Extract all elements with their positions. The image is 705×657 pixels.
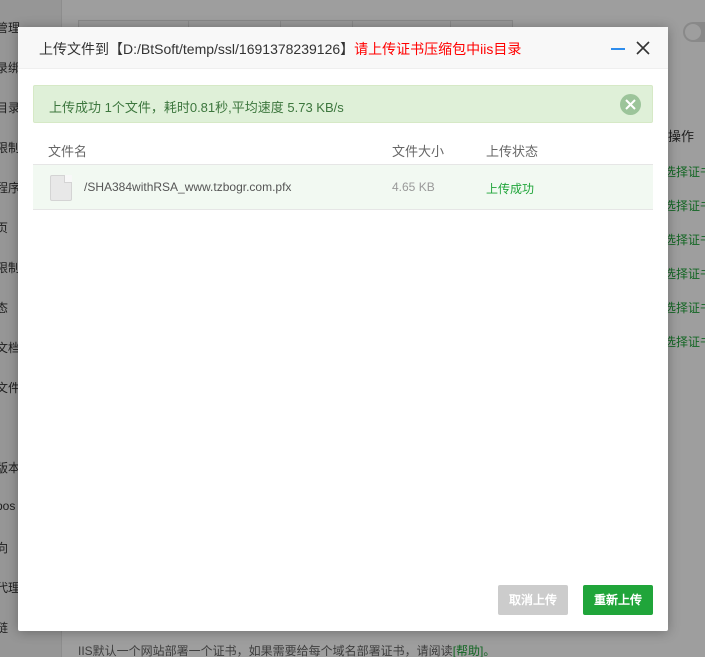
minimize-button[interactable] xyxy=(611,48,625,50)
table-row[interactable]: /SHA384withRSA_www.tzbogr.com.pfx 4.65 K… xyxy=(33,165,653,210)
reupload-button[interactable]: 重新上传 xyxy=(583,585,653,615)
close-button[interactable] xyxy=(634,39,652,57)
file-icon xyxy=(50,175,72,201)
table-header: 文件名 文件大小 上传状态 xyxy=(33,131,653,165)
upload-status: 上传成功 xyxy=(486,182,535,196)
cancel-upload-button[interactable]: 取消上传 xyxy=(498,585,568,615)
file-size: 4.65 KB xyxy=(392,180,435,194)
dialog-title: 上传文件到【D:/BtSoft/temp/ssl/1691378239126】请… xyxy=(39,39,521,59)
column-header-status: 上传状态 xyxy=(486,144,539,159)
close-icon xyxy=(625,99,636,110)
dialog-header: 上传文件到【D:/BtSoft/temp/ssl/1691378239126】请… xyxy=(18,27,668,69)
close-icon xyxy=(636,41,650,55)
file-name: /SHA384withRSA_www.tzbogr.com.pfx xyxy=(84,180,292,194)
upload-dialog: 上传文件到【D:/BtSoft/temp/ssl/1691378239126】请… xyxy=(18,27,668,631)
column-header-size: 文件大小 xyxy=(392,144,445,159)
dialog-title-path: 上传文件到【D:/BtSoft/temp/ssl/1691378239126】 xyxy=(39,41,355,57)
alert-message: 上传成功 1个文件，耗时0.81秒,平均速度 5.73 KB/s xyxy=(49,100,344,115)
upload-success-alert: 上传成功 1个文件，耗时0.81秒,平均速度 5.73 KB/s xyxy=(33,85,653,123)
dialog-title-warning: 请上传证书压缩包中iis目录 xyxy=(354,41,522,57)
column-header-name: 文件名 xyxy=(48,144,88,159)
alert-close-button[interactable] xyxy=(620,94,641,115)
upload-file-table: 文件名 文件大小 上传状态 /SHA384withRSA_www.tzbogr.… xyxy=(33,131,653,210)
